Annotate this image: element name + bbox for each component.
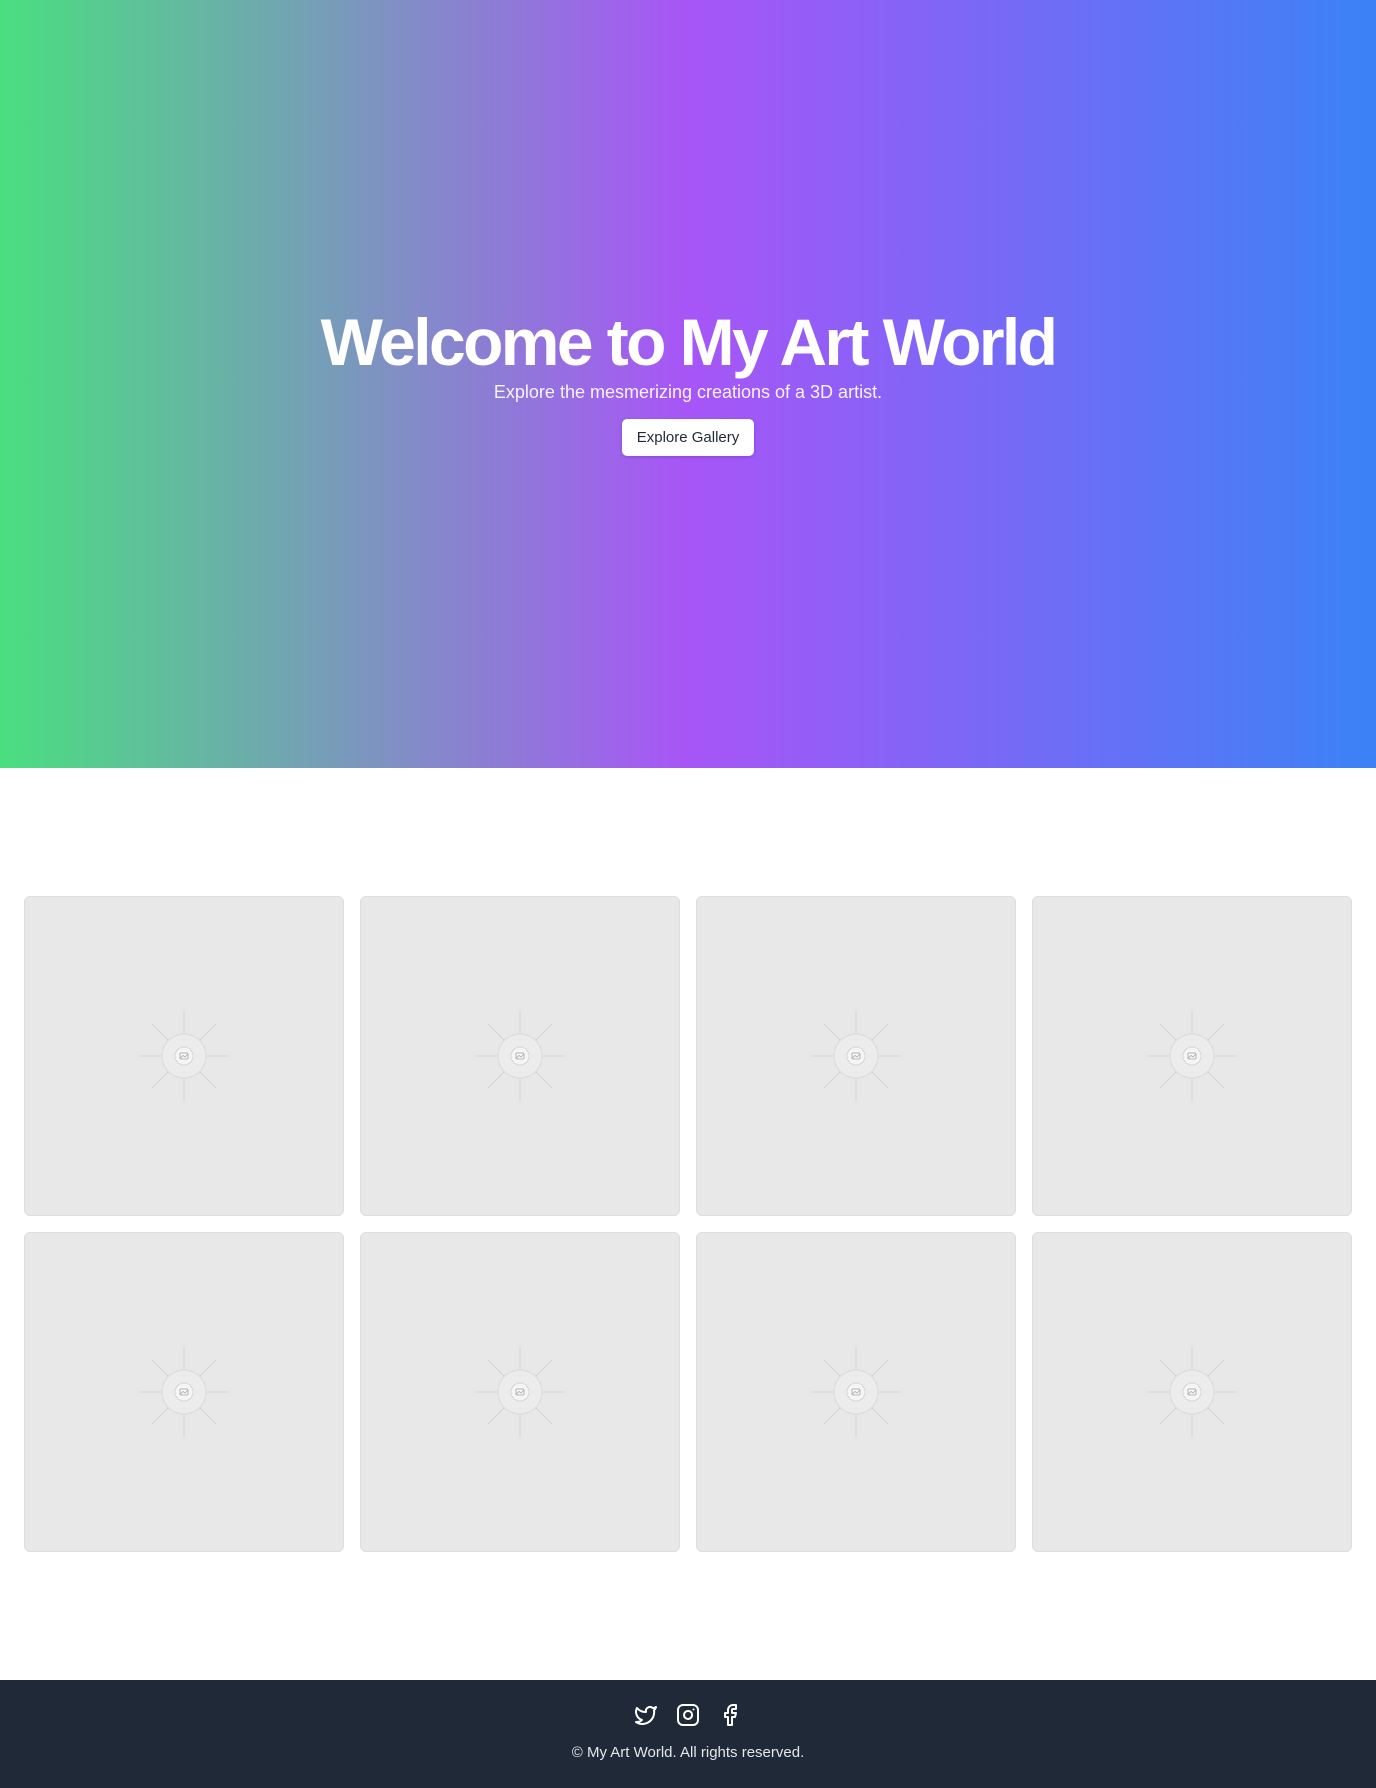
gallery-item[interactable]	[360, 896, 680, 1216]
image-placeholder-icon	[1147, 1011, 1237, 1101]
hero-title: Welcome to My Art World	[320, 305, 1058, 379]
facebook-icon	[724, 1704, 737, 1726]
image-placeholder-icon	[139, 1011, 229, 1101]
gallery-item[interactable]	[24, 896, 344, 1216]
gallery-item[interactable]	[1032, 896, 1352, 1216]
gallery-item[interactable]	[24, 1232, 344, 1552]
social-links	[0, 1703, 1376, 1727]
gallery-item[interactable]	[696, 1232, 1016, 1552]
image-placeholder-icon	[139, 1347, 229, 1437]
copyright-text: © My Art World. All rights reserved.	[571, 1744, 805, 1761]
image-placeholder-icon	[811, 1011, 901, 1101]
twitter-link[interactable]	[634, 1703, 658, 1727]
gallery-item[interactable]	[360, 1232, 680, 1552]
hero-section: Welcome to My Art World Explore the mesm…	[0, 0, 1376, 768]
instagram-icon	[677, 1704, 699, 1726]
facebook-link[interactable]	[718, 1703, 742, 1727]
gallery-grid	[24, 896, 1352, 1552]
image-placeholder-icon	[475, 1011, 565, 1101]
gallery-item[interactable]	[1032, 1232, 1352, 1552]
gallery-item[interactable]	[696, 896, 1016, 1216]
twitter-icon	[635, 1706, 657, 1725]
footer	[0, 1680, 1376, 1788]
image-placeholder-icon	[1147, 1347, 1237, 1437]
hero-subtitle: Explore the mesmerizing creations of a 3…	[493, 382, 883, 402]
instagram-link[interactable]	[676, 1703, 700, 1727]
image-placeholder-icon	[811, 1347, 901, 1437]
explore-gallery-button[interactable]: Explore Gallery	[622, 419, 754, 456]
image-placeholder-icon	[475, 1347, 565, 1437]
